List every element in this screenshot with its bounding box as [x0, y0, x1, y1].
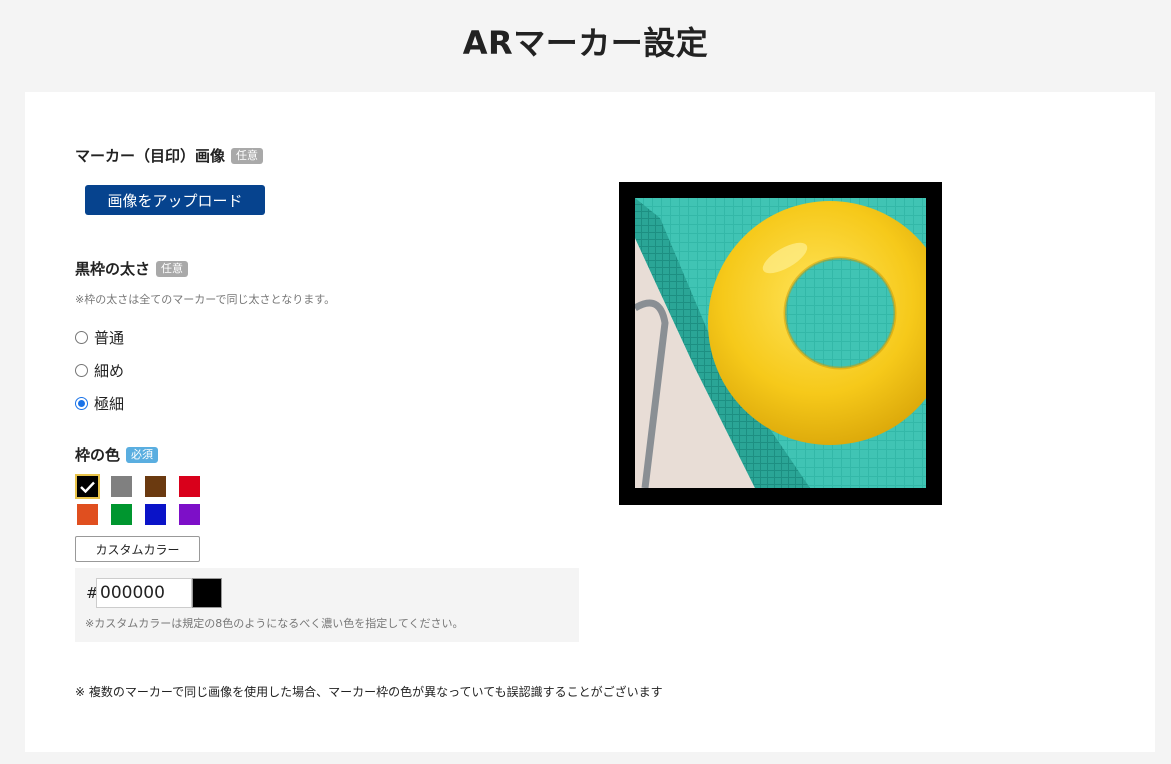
frame-width-note: ※枠の太さは全てのマーカーで同じ太さとなります。 — [75, 293, 336, 306]
custom-color-note: ※カスタムカラーは規定の8色のようになるべく濃い色を指定してください。 — [85, 617, 464, 630]
radio-frame-normal[interactable]: 普通 — [75, 327, 124, 348]
optional-badge: 任意 — [156, 260, 189, 277]
radio-button[interactable] — [75, 331, 88, 344]
color-swatch[interactable] — [75, 474, 100, 499]
color-swatch[interactable] — [179, 504, 200, 525]
pool-float-image — [635, 198, 926, 488]
settings-card: マーカー（目印）画像 任意 画像をアップロード 黒枠の太さ 任意 ※枠の太さは全… — [25, 92, 1155, 752]
marker-image-label: マーカー（目印）画像 任意 — [75, 145, 264, 166]
page-title: ARマーカー設定 — [462, 24, 709, 62]
frame-color-label: 枠の色 必須 — [75, 444, 159, 465]
color-swatch[interactable] — [179, 476, 200, 497]
optional-badge: 任意 — [231, 147, 264, 164]
frame-width-label-text: 黒枠の太さ — [75, 260, 151, 278]
radio-frame-thin[interactable]: 細め — [75, 360, 124, 381]
upload-image-button[interactable]: 画像をアップロード — [85, 185, 265, 215]
marker-image-label-text: マーカー（目印）画像 — [75, 147, 226, 165]
required-badge: 必須 — [126, 446, 159, 463]
radio-frame-extra-thin[interactable]: 極細 — [75, 393, 124, 414]
radio-button-checked[interactable] — [75, 397, 88, 410]
color-preview-swatch[interactable] — [192, 578, 222, 608]
frame-width-label: 黒枠の太さ 任意 — [75, 258, 189, 279]
radio-button[interactable] — [75, 364, 88, 377]
frame-color-label-text: 枠の色 — [75, 446, 121, 464]
hex-color-input[interactable] — [96, 578, 192, 608]
custom-color-panel: # ※カスタムカラーは規定の8色のようになるべく濃い色を指定してください。 — [75, 568, 579, 642]
marker-preview — [619, 182, 942, 505]
checkmark-icon — [80, 481, 95, 493]
color-swatch[interactable] — [145, 504, 166, 525]
radio-label: 極細 — [94, 395, 125, 413]
color-swatch[interactable] — [111, 476, 132, 497]
footer-note: ※ 複数のマーカーで同じ画像を使用した場合、マーカー枠の色が異なっていても誤認識… — [75, 685, 663, 699]
radio-label: 普通 — [94, 329, 125, 347]
radio-label: 細め — [94, 362, 125, 380]
color-swatch[interactable] — [77, 504, 98, 525]
color-swatch[interactable] — [145, 476, 166, 497]
color-swatch[interactable] — [111, 504, 132, 525]
custom-color-button[interactable]: カスタムカラー — [75, 536, 200, 562]
marker-photo — [635, 198, 926, 488]
